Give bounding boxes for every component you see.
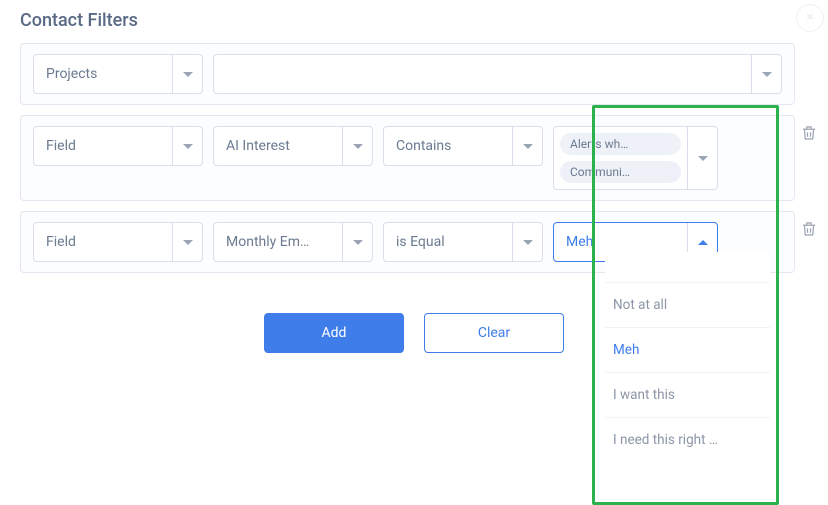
row2-operator-select[interactable]: is Equal <box>383 222 543 262</box>
chevron-down-icon <box>172 127 202 165</box>
chevron-down-icon <box>751 55 781 93</box>
dropdown-option[interactable]: I need this right … <box>605 417 770 462</box>
row1-value-multiselect[interactable]: Alerts wh… Communi… <box>553 126 718 190</box>
filter-type-value: Projects <box>34 55 172 93</box>
dropdown-option-selected[interactable]: Meh <box>605 327 770 372</box>
filter-value-placeholder <box>214 55 751 93</box>
row1-field-kind-value: Field <box>34 127 172 165</box>
row2-value-dropdown: Not at all Meh I want this I need this r… <box>605 252 770 462</box>
delete-row-1-button[interactable] <box>795 115 823 143</box>
chevron-down-icon <box>512 127 542 165</box>
chevron-down-icon <box>172 55 202 93</box>
row2-field-kind-select[interactable]: Field <box>33 222 203 262</box>
row1-operator-select[interactable]: Contains <box>383 126 543 166</box>
row1-operator-value: Contains <box>384 127 512 165</box>
chevron-down-icon <box>342 127 372 165</box>
page-title: Contact Filters <box>20 10 808 31</box>
trash-icon <box>800 219 818 239</box>
filter-type-select[interactable]: Projects <box>33 54 203 94</box>
row1-field-value: AI Interest <box>214 127 342 165</box>
filter-row-1: Field AI Interest Contains Alerts wh… Co… <box>20 115 795 201</box>
chevron-down-icon <box>687 127 717 189</box>
dropdown-option[interactable]: I want this <box>605 372 770 417</box>
filter-row-type: Projects <box>20 43 795 105</box>
chevron-down-icon <box>342 223 372 261</box>
chevron-down-icon <box>172 223 202 261</box>
row2-field-value: Monthly Em… <box>214 223 342 261</box>
close-icon[interactable]: × <box>796 4 824 32</box>
row1-field-kind-select[interactable]: Field <box>33 126 203 166</box>
filter-value-select[interactable] <box>213 54 782 94</box>
dropdown-option[interactable]: Not at all <box>605 282 770 327</box>
clear-button[interactable]: Clear <box>424 313 564 353</box>
delete-row-2-button[interactable] <box>795 211 823 239</box>
row2-field-select[interactable]: Monthly Em… <box>213 222 373 262</box>
trash-icon <box>800 123 818 143</box>
add-button[interactable]: Add <box>264 313 404 353</box>
chevron-down-icon <box>512 223 542 261</box>
tag[interactable]: Alerts wh… <box>560 133 681 155</box>
tag[interactable]: Communi… <box>560 161 681 183</box>
row2-field-kind-value: Field <box>34 223 172 261</box>
row2-operator-value: is Equal <box>384 223 512 261</box>
row1-field-select[interactable]: AI Interest <box>213 126 373 166</box>
